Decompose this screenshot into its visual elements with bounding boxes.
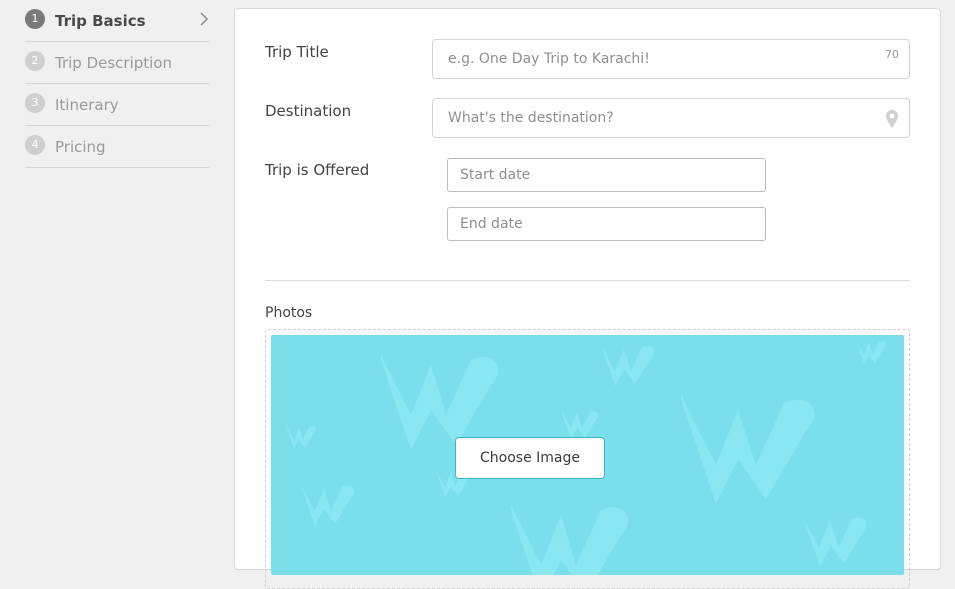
trip-title-field: 70 <box>432 39 910 79</box>
trip-basics-card: Trip Title 70 Destination Trip is Offere… <box>234 8 941 589</box>
trip-offered-label: Trip is Offered <box>265 161 370 179</box>
end-date-field <box>447 207 766 241</box>
step-label: Trip Description <box>55 53 173 72</box>
photo-placeholder-banner: Choose Image <box>271 335 904 575</box>
step-number: 2 <box>25 50 45 71</box>
destination-input[interactable] <box>433 99 909 137</box>
step-trip-basics[interactable]: 1 Trip Basics <box>25 0 209 42</box>
choose-image-button[interactable]: Choose Image <box>455 437 605 479</box>
start-date-field <box>447 158 766 192</box>
trip-title-label: Trip Title <box>265 43 329 61</box>
destination-field <box>432 98 910 138</box>
step-label: Pricing <box>55 137 106 156</box>
destination-label: Destination <box>265 102 352 120</box>
step-itinerary[interactable]: 3 Itinerary <box>25 84 209 126</box>
char-counter: 70 <box>885 48 899 61</box>
start-date-input[interactable] <box>448 159 765 191</box>
step-number: 4 <box>25 134 45 155</box>
step-label: Trip Basics <box>55 11 146 30</box>
step-trip-description[interactable]: 2 Trip Description <box>25 42 209 84</box>
step-number: 1 <box>25 8 45 29</box>
end-date-input[interactable] <box>448 208 765 240</box>
map-pin-icon <box>886 110 898 128</box>
step-pricing[interactable]: 4 Pricing <box>25 126 209 168</box>
step-label: Itinerary <box>55 95 119 114</box>
photo-dropzone[interactable]: Choose Image <box>265 329 910 589</box>
chevron-right-icon <box>200 12 209 26</box>
wizard-steps: 1 Trip Basics 2 Trip Description 3 Itine… <box>25 0 209 168</box>
step-number: 3 <box>25 92 45 113</box>
section-divider <box>265 280 910 281</box>
trip-title-input[interactable] <box>433 40 909 78</box>
photos-label: Photos <box>265 305 313 321</box>
